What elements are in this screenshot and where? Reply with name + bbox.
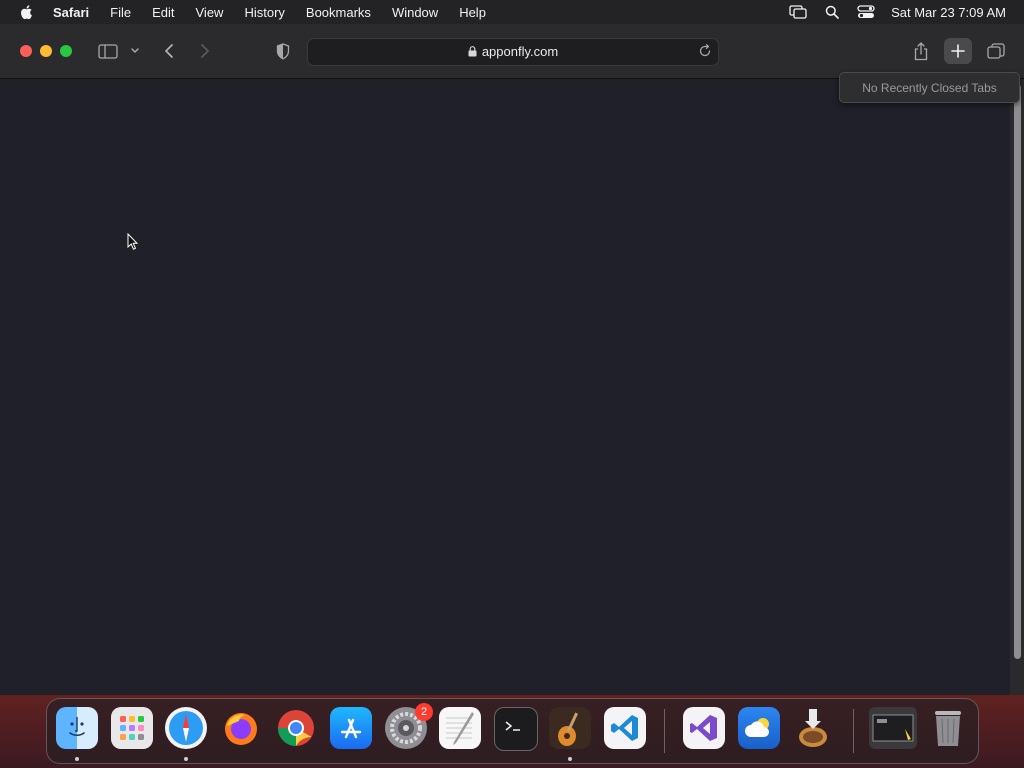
visual-studio-icon[interactable] <box>683 707 725 749</box>
recently-closed-tabs-popover: No Recently Closed Tabs <box>839 72 1020 103</box>
mouse-pointer-icon <box>127 233 139 250</box>
chevron-down-icon[interactable] <box>129 41 141 61</box>
chrome-icon[interactable] <box>275 707 317 749</box>
menu-clock[interactable]: Sat Mar 23 7:09 AM <box>891 5 1006 20</box>
notification-badge: 2 <box>415 703 433 721</box>
safari-window: apponfly.com <box>0 24 1024 695</box>
menu-help[interactable]: Help <box>459 5 486 20</box>
running-indicator <box>568 757 572 761</box>
address-bar[interactable]: apponfly.com <box>307 38 719 66</box>
screenshot-icon[interactable] <box>869 707 917 749</box>
menu-history[interactable]: History <box>244 5 284 20</box>
maximize-window-button[interactable] <box>60 45 72 57</box>
firefox-icon[interactable] <box>220 707 262 749</box>
app-store-icon[interactable] <box>330 707 372 749</box>
dock <box>46 698 979 764</box>
reload-icon[interactable] <box>698 44 712 58</box>
garageband-icon[interactable] <box>549 707 591 749</box>
dock-separator <box>853 709 854 753</box>
tab-overview-icon[interactable] <box>986 41 1006 61</box>
new-tab-button[interactable] <box>944 38 972 64</box>
apple-icon[interactable] <box>19 4 35 20</box>
menu-view[interactable]: View <box>196 5 224 20</box>
tooltip-text: No Recently Closed Tabs <box>862 80 997 95</box>
running-indicator <box>75 757 79 761</box>
spotlight-search-icon[interactable] <box>823 4 841 20</box>
finder-icon[interactable] <box>56 707 98 749</box>
textedit-icon[interactable] <box>439 707 481 749</box>
share-icon[interactable] <box>912 41 930 61</box>
running-indicator <box>184 757 188 761</box>
scrollbar-thumb[interactable] <box>1014 84 1021 659</box>
menu-app-name[interactable]: Safari <box>53 5 89 20</box>
vscode-icon[interactable] <box>604 707 646 749</box>
url-text: apponfly.com <box>481 44 559 59</box>
lock-icon <box>468 46 477 57</box>
control-center-icon[interactable] <box>857 4 875 20</box>
sidebar-toggle-icon[interactable] <box>97 41 119 61</box>
web-content-area[interactable] <box>0 79 1024 695</box>
dock-separator <box>664 709 665 753</box>
forward-button[interactable] <box>197 41 213 61</box>
browser-toolbar: apponfly.com <box>0 24 1024 79</box>
menu-window[interactable]: Window <box>392 5 438 20</box>
close-window-button[interactable] <box>20 45 32 57</box>
menu-bookmarks[interactable]: Bookmarks <box>306 5 371 20</box>
menu-edit[interactable]: Edit <box>152 5 174 20</box>
menu-bar: Safari File Edit View History Bookmarks … <box>0 0 1024 24</box>
plus-icon <box>951 44 965 58</box>
screen-mirroring-icon[interactable] <box>789 4 807 20</box>
menu-file[interactable]: File <box>110 5 131 20</box>
terminal-icon[interactable] <box>494 707 538 751</box>
weather-icon[interactable] <box>738 707 780 749</box>
trash-icon[interactable] <box>927 707 969 749</box>
launchpad-icon[interactable] <box>111 707 153 749</box>
minimize-window-button[interactable] <box>40 45 52 57</box>
installer-icon[interactable] <box>792 707 834 749</box>
back-button[interactable] <box>161 41 177 61</box>
safari-app-icon[interactable] <box>165 707 207 749</box>
privacy-shield-icon[interactable] <box>274 41 292 61</box>
